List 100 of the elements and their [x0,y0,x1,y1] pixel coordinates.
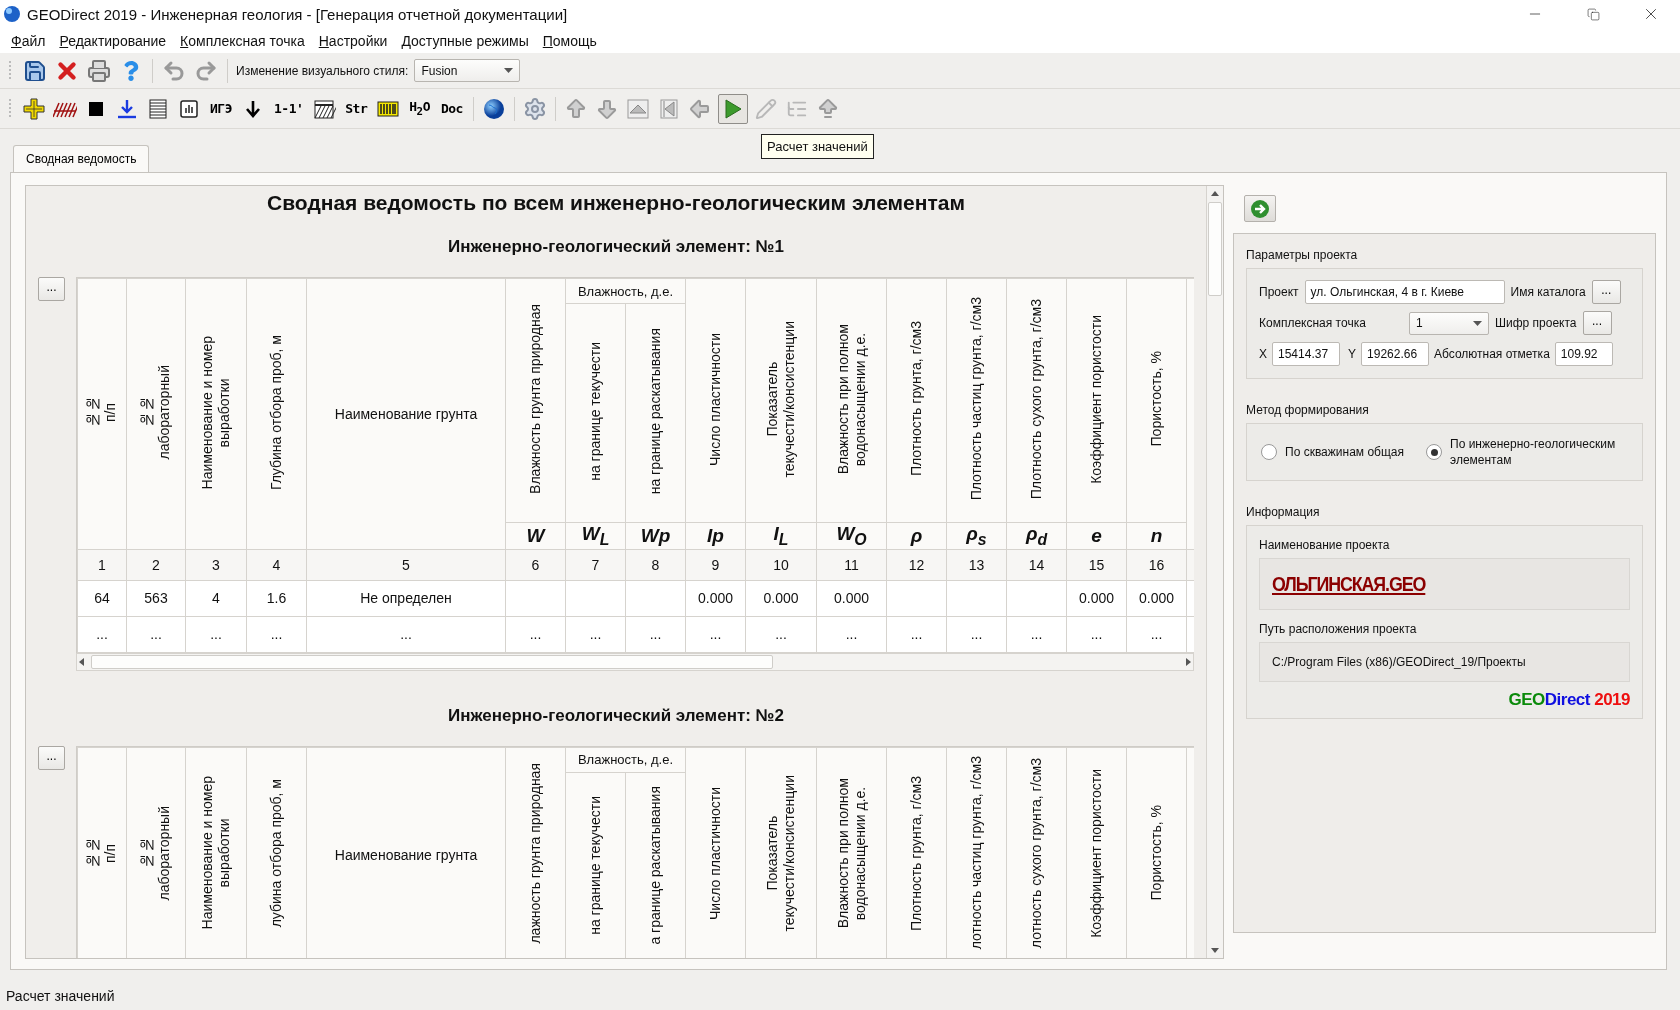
toolbar-button[interactable]: ИГЭ [207,94,235,123]
column-symbol: W$_{O}$ [816,522,887,550]
y-field[interactable]: 19262.66 [1361,342,1430,366]
column-number: 16 [1126,549,1187,581]
column-header: лажность грунта природная [505,747,566,958]
globe-icon[interactable] [481,96,506,121]
section-heading: Инженерно-геологический элемент: №1 [446,236,786,258]
restore-icon[interactable] [1586,7,1600,21]
tab[interactable]: Сводная ведомость [13,145,150,172]
table-cell: ... [1066,616,1127,653]
menu-item[interactable]: Настройки [311,32,395,49]
scrollbar-thumb[interactable] [1208,202,1222,296]
column-number: 4 [246,549,307,581]
column-header: на границе раскатывания [625,303,686,523]
eject-icon[interactable] [625,96,650,121]
toolbar-grip[interactable] [8,59,12,82]
menu-item[interactable]: Помощь [535,32,604,49]
column-number: 5 [306,549,506,581]
table-cell: ... [185,616,247,653]
scroll-left-arrow[interactable] [77,656,87,667]
project-path: C:/Program Files (x86)/GEODirect_19/Проекты [1272,655,1526,669]
point-dropdown[interactable]: 1 [1409,311,1489,335]
scroll-down-arrow[interactable] [1210,945,1220,955]
save-icon[interactable] [23,58,47,83]
column-header: на границе текучести [565,772,626,958]
table-cell: 0.000 [1066,580,1127,617]
radio-button[interactable] [1426,444,1442,460]
group-title: Метод формирования [1246,403,1370,417]
table-cell: 0.000 [1126,580,1187,617]
menu-item[interactable]: Файл [4,32,53,49]
column-header: лотность сухого грунта, г/см3 [1006,747,1067,958]
more-button[interactable]: ... [38,745,65,770]
section-heading: Инженерно-геологический элемент: №2 [446,704,786,727]
column-header: Плотность частиц грунта, г/см3 [946,278,1007,523]
column-header: Влажность при полном водонасыщении д.е. [816,278,887,523]
browse-button[interactable]: ... [1582,311,1612,335]
column-number: 6 [505,549,566,581]
forward-button[interactable] [1244,195,1276,222]
status-text: Расчет значений [5,987,116,1004]
scrollbar-thumb[interactable] [91,654,773,669]
globe-icon [3,5,21,23]
column-header: Показатель текучести/консистенции [745,278,817,523]
tooltip: Расчет значений [761,134,874,159]
column-number: 11 [816,549,887,581]
table-cell: 0.000 [685,580,746,617]
column-header: Коэффициент пористости [1066,747,1127,958]
field-label: Проект [1259,285,1299,299]
toolbar-button[interactable]: Doc [437,94,466,123]
table-cell: ... [886,616,947,653]
column-number: 12 [886,549,947,581]
table-cell: ... [816,616,887,653]
field-label: Путь расположения проекта [1259,622,1418,636]
column-group-header: Влажность, д.е. [565,747,686,773]
table-cell: ... [306,616,506,653]
elevation-field[interactable]: 109.92 [1554,342,1613,366]
column-header: Коэффициент пористости [1066,278,1127,523]
caret-icon [504,68,514,73]
field-label: Комплексная точка [1259,316,1367,330]
style-dropdown[interactable]: Fusion [414,59,521,82]
toolbar-button[interactable]: Str [342,94,371,123]
ruler-icon[interactable] [22,96,46,121]
table-cell: ... [1006,616,1067,653]
vertical-scrollbar[interactable] [1206,186,1223,958]
group-title: Параметры проекта [1246,248,1359,262]
table-cell: ... [246,616,307,653]
column-header: Плотность грунта, г/см3 [886,747,947,958]
column-number: 3 [185,549,247,581]
column-number: 13 [946,549,1007,581]
logo-text: GEO [1508,690,1545,710]
run-button[interactable] [717,93,748,124]
gear-icon[interactable] [522,96,547,121]
column-header: №№ п/п [77,278,127,550]
menu-item[interactable]: Доступные режимы [394,32,536,49]
more-button[interactable]: ... [38,277,65,301]
scroll-right-arrow[interactable] [1183,656,1193,667]
toolbar-button[interactable]: H$_{2}$O [406,94,433,123]
radio-button[interactable] [1261,444,1277,460]
table-cell: 0.000 [745,580,817,617]
menu-item[interactable]: Комплексная точка [173,32,312,49]
caret-icon [1473,320,1482,326]
toolbar-grip[interactable] [8,97,12,120]
lines-icon[interactable] [146,96,170,121]
column-header: №№ п/п [77,747,127,958]
table-cell: 563 [126,580,186,617]
column-header: на границе текучести [565,303,626,523]
menu-item[interactable]: Редактирование [52,32,174,49]
table-cell: 1.6 [246,580,307,617]
browse-button[interactable]: ... [1591,280,1621,304]
column-header: Показатель текучести/консистенции [745,747,817,958]
project-field[interactable]: ул. Ольгинская, 4 в г. Киеве [1304,280,1505,304]
x-field[interactable]: 15414.37 [1272,342,1340,366]
table-cell: ... [505,616,566,653]
field-label: Y [1348,347,1357,361]
column-header: Плотность грунта, г/см3 [886,278,947,523]
column-number: 7 [565,549,626,581]
column-number: 14 [1006,549,1067,581]
toolbar-button[interactable]: 1-1' [271,94,307,123]
column-header: Наименование грунта [306,747,506,958]
printer-icon[interactable] [87,58,111,83]
scroll-up-arrow[interactable] [1210,189,1220,199]
